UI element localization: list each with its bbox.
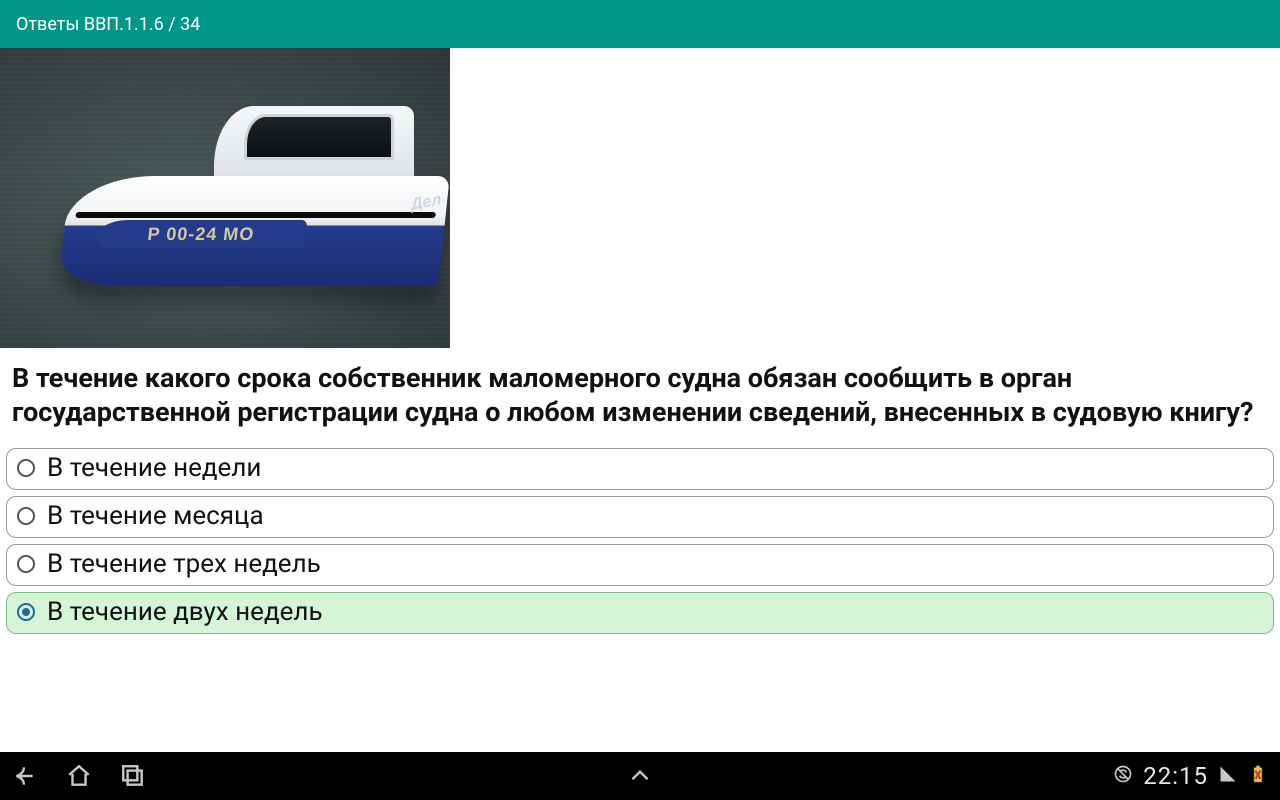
battery-icon: [1248, 762, 1268, 790]
answer-option-4[interactable]: В течение двух недель: [6, 592, 1274, 634]
back-icon[interactable]: [12, 763, 38, 789]
answer-option-3[interactable]: В течение трех недель: [6, 544, 1274, 586]
question-text: В течение какого срока собственник малом…: [0, 348, 1280, 448]
system-nav-bar: 22:15: [0, 752, 1280, 800]
radio-icon: [17, 603, 35, 621]
expand-panel-icon[interactable]: [627, 763, 653, 789]
status-time: 22:15: [1143, 762, 1208, 790]
app-bar: Ответы ВВП.1.1.6 / 34: [0, 0, 1280, 48]
recent-apps-icon[interactable]: [120, 763, 146, 789]
radio-icon: [17, 507, 35, 525]
answer-option-label: В течение двух недель: [47, 597, 323, 627]
answer-option-label: В течение трех недель: [47, 549, 321, 579]
content-area: P 00-24 MO Дел В течение какого срока со…: [0, 48, 1280, 752]
question-image: P 00-24 MO Дел: [0, 48, 450, 348]
answer-option-label: В течение недели: [47, 453, 261, 483]
radio-icon: [17, 459, 35, 477]
page-title: Ответы ВВП.1.1.6 / 34: [16, 14, 200, 35]
radio-icon: [17, 555, 35, 573]
answer-option-1[interactable]: В течение недели: [6, 448, 1274, 490]
answer-option-2[interactable]: В течение месяца: [6, 496, 1274, 538]
signal-icon: [1218, 762, 1238, 790]
answer-option-label: В течение месяца: [47, 501, 264, 531]
no-sync-icon: [1113, 762, 1133, 790]
answer-options: В течение недели В течение месяца В тече…: [0, 448, 1280, 634]
home-icon[interactable]: [66, 763, 92, 789]
boat-registration-text: P 00-24 MO: [95, 220, 308, 248]
